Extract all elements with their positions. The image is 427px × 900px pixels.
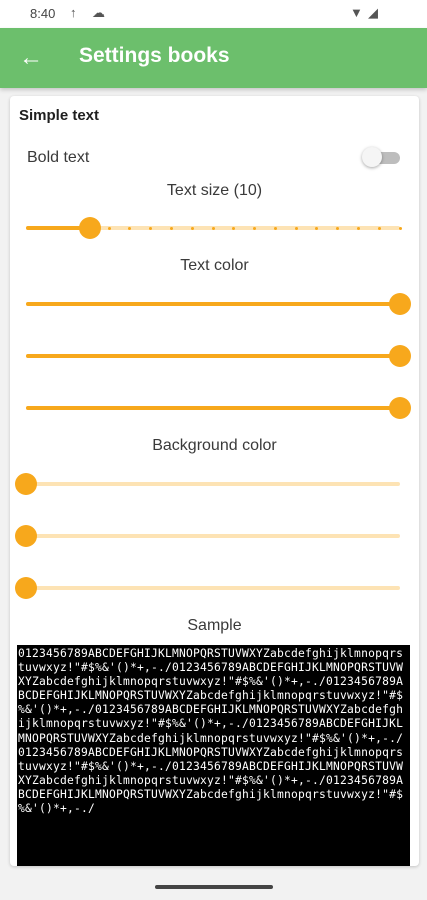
slider-tick [398, 226, 402, 230]
section-title: Simple text [19, 107, 100, 124]
text-color-red-slider[interactable] [26, 292, 411, 316]
slider-thumb[interactable] [389, 293, 411, 315]
slider-thumb[interactable] [15, 473, 37, 495]
text-color-label: Text color [180, 257, 249, 274]
slider-thumb[interactable] [389, 345, 411, 367]
bold-text-label: Bold text [27, 149, 90, 166]
cloud-icon: ☁ [92, 5, 105, 20]
arrow-back-icon: ← [19, 44, 43, 71]
toggle-thumb [362, 147, 382, 167]
slider-tick [169, 226, 173, 230]
text-color-green-slider[interactable] [26, 344, 411, 368]
app-bar: ← Settings books [0, 28, 427, 88]
sample-preview: 0123456789ABCDEFGHIJKLMNOPQRSTUVWXYZabcd… [17, 645, 410, 866]
signal-icon: ◢ [368, 5, 378, 20]
background-color-green-slider[interactable] [15, 524, 400, 548]
bold-text-toggle[interactable] [362, 146, 400, 168]
sample-label: Sample [187, 617, 242, 634]
slider-tick [149, 226, 153, 230]
slider-tick [211, 226, 215, 230]
background-color-label: Background color [152, 437, 277, 454]
slider-thumb[interactable] [389, 397, 411, 419]
slider-tick [294, 226, 298, 230]
text-size-slider[interactable] [26, 216, 402, 240]
slider-tick [107, 226, 111, 230]
wifi-icon: ▼ [350, 5, 363, 20]
text-size-label: Text size (10) [166, 182, 263, 199]
slider-tick [336, 226, 340, 230]
background-color-blue-slider[interactable] [15, 576, 400, 600]
status-bar: 8:40 ↑ ☁ ▼ ◢ [0, 0, 427, 28]
background-color-red-slider[interactable] [15, 472, 400, 496]
slider-tick [273, 226, 277, 230]
slider-tick [356, 226, 360, 230]
text-color-blue-slider[interactable] [26, 396, 411, 420]
back-button[interactable]: ← [14, 42, 48, 76]
slider-tick [253, 226, 257, 230]
slider-tick [232, 226, 236, 230]
status-time: 8:40 [30, 6, 56, 21]
slider-tick [377, 226, 381, 230]
gesture-handle[interactable] [155, 885, 273, 889]
slider-tick [190, 226, 194, 230]
slider-thumb[interactable] [15, 525, 37, 547]
page-title: Settings books [79, 44, 230, 67]
upload-arrow-icon: ↑ [70, 5, 77, 20]
settings-card: Simple text Bold text Text size (10) Tex… [10, 96, 419, 866]
slider-thumb[interactable] [15, 577, 37, 599]
slider-thumb[interactable] [78, 217, 101, 239]
